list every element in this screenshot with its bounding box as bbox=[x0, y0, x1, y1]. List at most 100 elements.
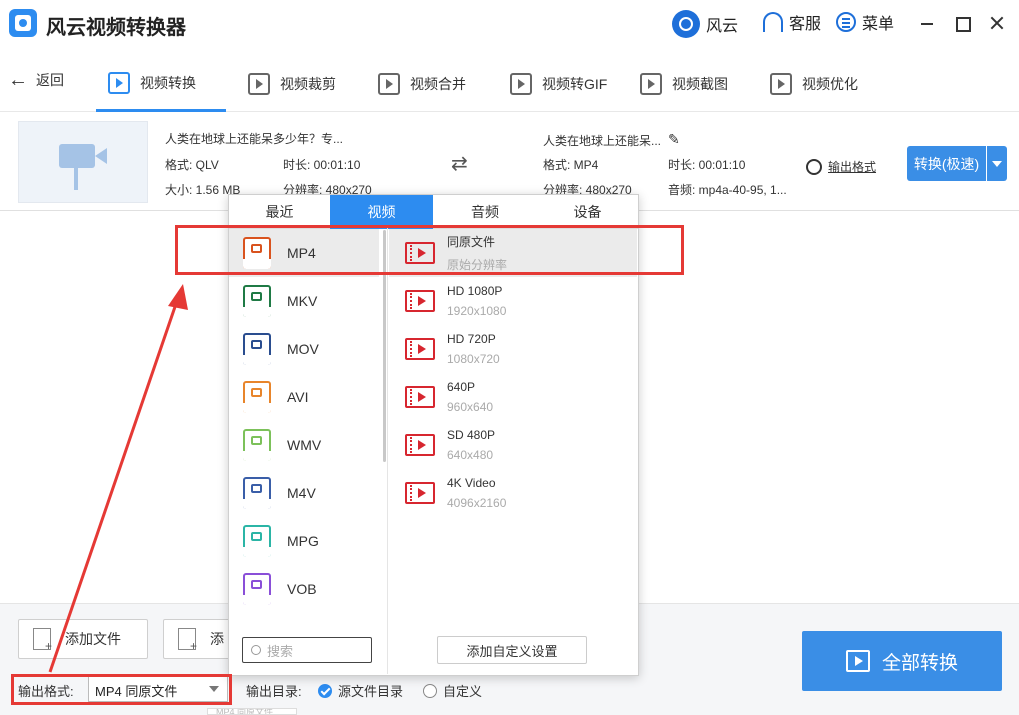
close-icon[interactable] bbox=[988, 14, 1006, 32]
m4v-file-icon: M4V bbox=[243, 477, 271, 509]
film-icon bbox=[405, 386, 435, 408]
target-format: 格式: MP4 bbox=[543, 158, 599, 172]
service-button[interactable]: 客服 bbox=[763, 10, 821, 34]
resolution-item-480p[interactable]: SD 480P 640x480 bbox=[389, 421, 637, 469]
film-icon bbox=[405, 338, 435, 360]
nav-bar: ← 返回 视频转换 视频裁剪 视频合并 视频转GIF 视频截图 视频优化 bbox=[0, 56, 1019, 112]
app-title: 风云视频转换器 bbox=[46, 17, 186, 39]
tab-video-convert[interactable]: 视频转换 bbox=[96, 56, 226, 112]
radio-source-label: 源文件目录 bbox=[338, 684, 404, 699]
title-bar: 风云视频转换器 风云 客服 菜单 bbox=[0, 0, 1019, 48]
screenshot-icon bbox=[640, 73, 662, 95]
menu-label: 菜单 bbox=[862, 16, 895, 33]
add-custom-setting-button[interactable]: 添加自定义设置 bbox=[437, 636, 587, 664]
convert-dropdown-icon[interactable] bbox=[987, 146, 1007, 181]
film-icon bbox=[405, 290, 435, 312]
format-item-mov[interactable]: MOV MOV bbox=[229, 325, 379, 373]
source-format: 格式: QLV bbox=[165, 158, 219, 172]
optimize-icon bbox=[770, 73, 792, 95]
resolution-item-640p[interactable]: 640P 960x640 bbox=[389, 373, 637, 421]
tab-video-merge[interactable]: 视频合并 bbox=[366, 56, 478, 112]
resolution-sub: 1080x720 bbox=[447, 352, 500, 366]
popup-tab-audio[interactable]: 音频 bbox=[433, 195, 537, 229]
tab-video-screenshot[interactable]: 视频截图 bbox=[628, 56, 740, 112]
convert-button[interactable]: 转换(极速) bbox=[907, 146, 986, 181]
arrow-left-icon: ← bbox=[8, 69, 28, 91]
format-item-avi[interactable]: AVI AVI bbox=[229, 373, 379, 421]
format-label: VOB bbox=[287, 581, 317, 597]
brand-label: 风云 bbox=[706, 18, 739, 35]
format-label: MPG bbox=[287, 533, 319, 549]
headset-icon bbox=[763, 12, 783, 32]
gif-icon bbox=[510, 73, 532, 95]
output-dir-label: 输出目录: bbox=[246, 684, 302, 699]
format-label: M4V bbox=[287, 485, 316, 501]
search-placeholder: 搜索 bbox=[267, 643, 294, 659]
resolution-sub: 640x480 bbox=[447, 448, 494, 462]
mpg-file-icon: MPG bbox=[243, 525, 271, 557]
app-logo-icon bbox=[9, 9, 37, 37]
format-label: MOV bbox=[287, 341, 319, 357]
format-label: WMV bbox=[287, 437, 322, 453]
avi-file-icon: AVI bbox=[243, 381, 271, 413]
target-audio: 音频: mp4a-40-95, 1... bbox=[668, 183, 787, 197]
radio-source-dir[interactable]: 源文件目录 bbox=[318, 681, 403, 700]
shuffle-icon: ⇄ bbox=[451, 153, 468, 175]
film-icon bbox=[405, 482, 435, 504]
format-item-m4v[interactable]: M4V M4V bbox=[229, 469, 379, 517]
format-label: AVI bbox=[287, 389, 309, 405]
tripod bbox=[74, 168, 78, 190]
tab-label: 视频优化 bbox=[802, 76, 858, 92]
tab-label: 视频裁剪 bbox=[280, 76, 336, 92]
radio-custom-dir[interactable]: 自定义 bbox=[423, 681, 482, 700]
resolution-name: HD 1080P bbox=[447, 284, 503, 298]
popup-tab-recent[interactable]: 最近 bbox=[229, 195, 330, 229]
back-label: 返回 bbox=[36, 72, 64, 88]
tab-label: 视频截图 bbox=[672, 76, 728, 92]
video-convert-icon bbox=[108, 71, 130, 94]
format-item-wmv[interactable]: WMV WMV bbox=[229, 421, 379, 469]
mkv-file-icon: MKV bbox=[243, 285, 271, 317]
minimize-icon[interactable] bbox=[918, 14, 936, 32]
resolution-sub: 4096x2160 bbox=[447, 496, 507, 510]
source-file-name: 人类在地球上还能呆多少年？专... bbox=[165, 132, 344, 146]
tab-video-gif[interactable]: 视频转GIF bbox=[498, 56, 619, 112]
play-icon bbox=[845, 650, 870, 672]
video-thumbnail bbox=[18, 121, 148, 203]
edit-icon[interactable]: ✎ bbox=[668, 131, 680, 148]
maximize-icon[interactable] bbox=[953, 14, 971, 32]
convert-all-label: 全部转换 bbox=[881, 652, 958, 674]
back-button[interactable]: ← 返回 bbox=[8, 70, 64, 90]
video-merge-icon bbox=[378, 73, 400, 95]
brand-link[interactable]: 风云 bbox=[672, 10, 738, 38]
tab-label: 视频转GIF bbox=[542, 76, 608, 92]
popup-tab-video[interactable]: 视频 bbox=[330, 195, 433, 229]
tab-label: 视频合并 bbox=[410, 76, 466, 92]
menu-button[interactable]: 菜单 bbox=[836, 10, 894, 34]
resolution-item-1080p[interactable]: HD 1080P 1920x1080 bbox=[389, 277, 637, 325]
resolution-name: SD 480P bbox=[447, 428, 496, 442]
menu-icon bbox=[836, 12, 856, 32]
tab-video-crop[interactable]: 视频裁剪 bbox=[236, 56, 348, 112]
settings-icon bbox=[806, 158, 822, 175]
format-item-vob[interactable]: VOB VOB bbox=[229, 565, 379, 613]
resolution-item-4k[interactable]: 4K Video 4096x2160 bbox=[389, 469, 637, 517]
tab-label: 视频转换 bbox=[140, 74, 196, 91]
format-item-mkv[interactable]: MKV MKV bbox=[229, 277, 379, 325]
convert-all-button[interactable]: 全部转换 bbox=[802, 631, 1002, 691]
annotation-arrow bbox=[48, 284, 188, 673]
popup-tab-device[interactable]: 设备 bbox=[537, 195, 638, 229]
resolution-sub: 1920x1080 bbox=[447, 304, 507, 318]
output-format-link-label: 输出格式 bbox=[828, 160, 877, 174]
add-folder-label: 添 bbox=[210, 631, 224, 647]
format-search-input[interactable]: 搜索 bbox=[242, 637, 372, 663]
resolution-name: 4K Video bbox=[447, 476, 496, 490]
output-format-link[interactable]: 输出格式 bbox=[806, 158, 876, 175]
resolution-item-720p[interactable]: HD 720P 1080x720 bbox=[389, 325, 637, 373]
radio-checked-icon bbox=[318, 683, 332, 698]
service-label: 客服 bbox=[789, 16, 822, 33]
resolution-name: 640P bbox=[447, 380, 476, 394]
tab-video-optimize[interactable]: 视频优化 bbox=[758, 56, 870, 112]
format-item-mpg[interactable]: MPG MPG bbox=[229, 517, 379, 565]
popup-divider bbox=[387, 228, 388, 674]
